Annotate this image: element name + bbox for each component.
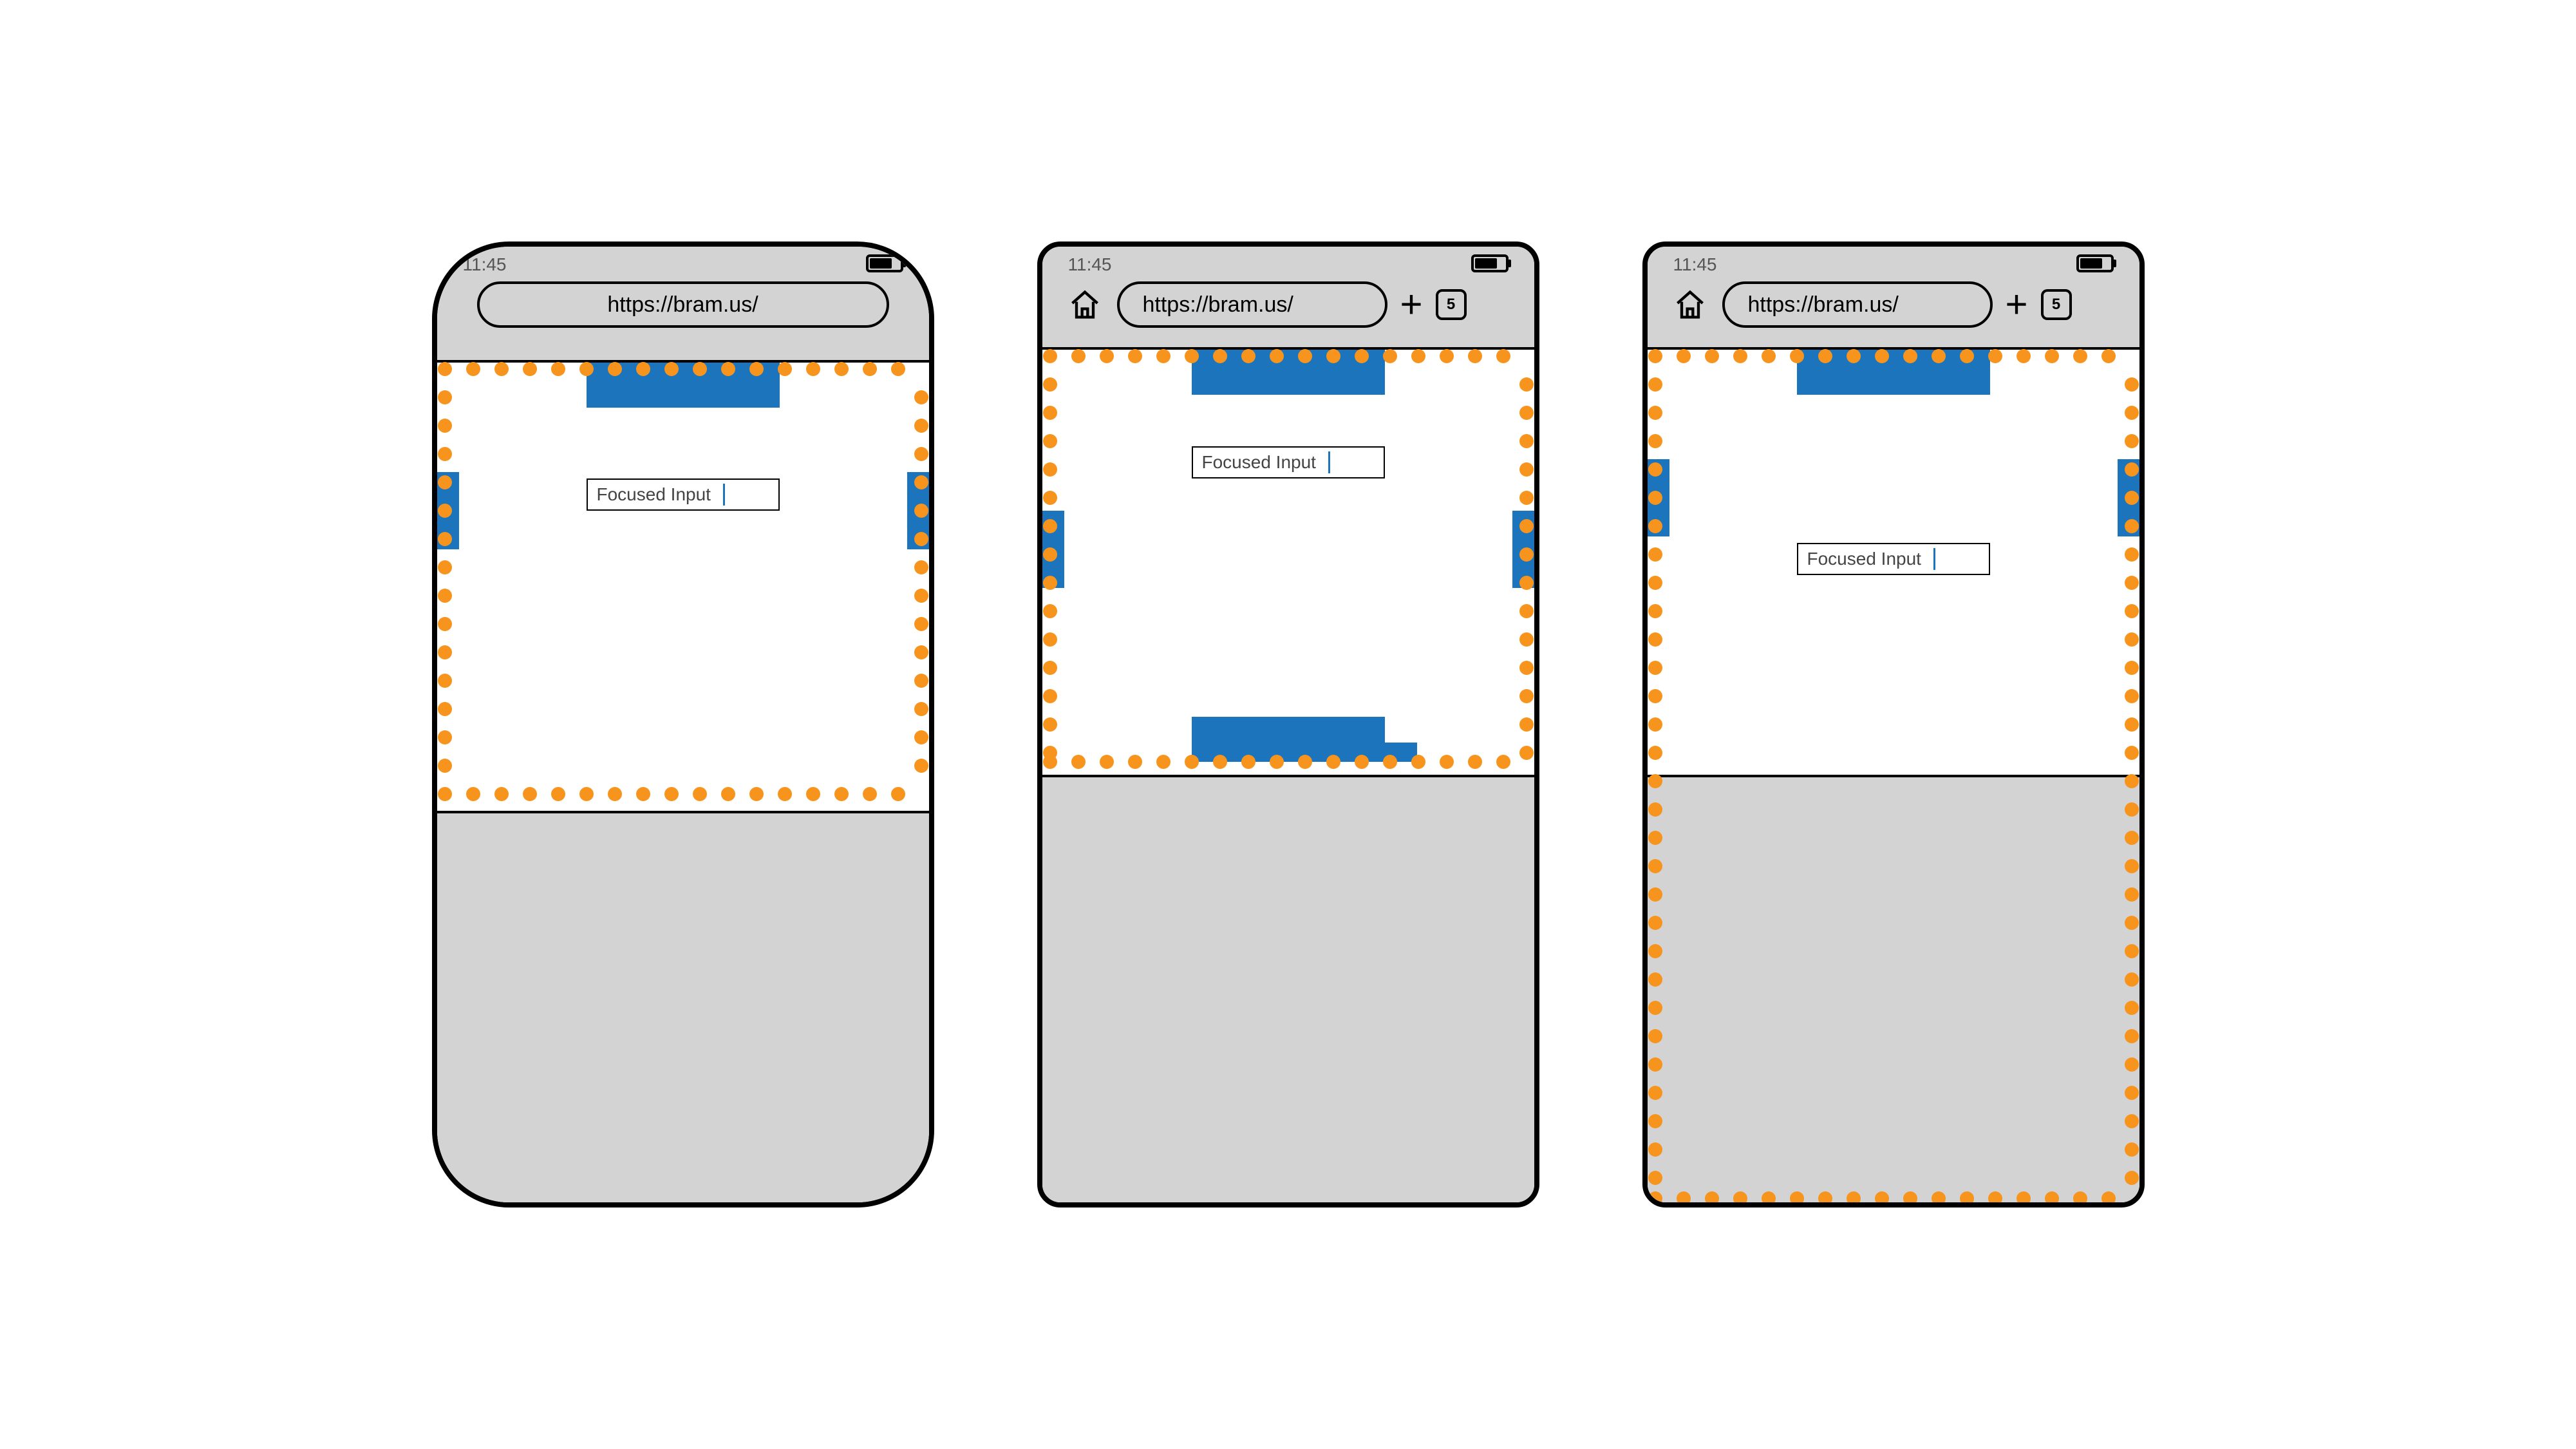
- url-text: https://bram.us/: [1143, 292, 1293, 317]
- fixed-left: [1042, 511, 1064, 588]
- input-value: Focused Input: [1807, 549, 1921, 569]
- new-tab-icon[interactable]: +: [2006, 285, 2028, 324]
- fixed-top: [1192, 350, 1385, 395]
- input-value: Focused Input: [597, 484, 711, 505]
- fixed-bottom: [1192, 717, 1385, 762]
- tab-count-label: 5: [1447, 296, 1455, 314]
- text-caret: [723, 484, 725, 506]
- input-value: Focused Input: [1202, 452, 1316, 473]
- fixed-right-upper: [2118, 459, 2139, 536]
- battery-icon: [1471, 254, 1509, 272]
- page-viewport: Focused Input: [1042, 350, 1534, 1208]
- focused-text-input[interactable]: Focused Input: [1192, 446, 1385, 478]
- tab-count-button[interactable]: 5: [2041, 289, 2072, 320]
- phone-variant-a: 11:45 https://bram.us/ Focused Input: [432, 242, 934, 1208]
- focused-text-input[interactable]: Focused Input: [587, 478, 780, 511]
- tab-count-label: 5: [2052, 296, 2060, 314]
- status-time: 11:45: [1068, 254, 1112, 275]
- visual-viewport-outline: [445, 369, 921, 794]
- browser-chrome: 11:45 https://bram.us/ + 5: [1042, 247, 1534, 350]
- visual-viewport-outline: [1050, 356, 1527, 762]
- status-time: 11:45: [463, 254, 507, 275]
- fixed-left-upper: [437, 472, 459, 549]
- browser-chrome: 11:45 https://bram.us/: [437, 247, 929, 363]
- fixed-right-upper: [907, 472, 929, 549]
- focused-text-input[interactable]: Focused Input: [1797, 543, 1990, 575]
- url-text: https://bram.us/: [607, 292, 758, 317]
- battery-icon: [2076, 254, 2114, 272]
- battery-icon: [866, 254, 903, 272]
- diagram-stage: 11:45 https://bram.us/ Focused Input: [432, 242, 2145, 1208]
- home-icon[interactable]: [1066, 285, 1104, 324]
- text-caret: [1328, 451, 1330, 473]
- virtual-keyboard[interactable]: [437, 811, 929, 1208]
- url-bar[interactable]: https://bram.us/: [1117, 281, 1387, 328]
- fixed-left-upper: [1648, 459, 1669, 536]
- url-bar[interactable]: https://bram.us/: [1722, 281, 1993, 328]
- new-tab-icon[interactable]: +: [1400, 285, 1423, 324]
- url-bar[interactable]: https://bram.us/: [477, 281, 889, 328]
- fixed-bottom-stub: [1385, 743, 1417, 762]
- url-text: https://bram.us/: [1748, 292, 1899, 317]
- phone-variant-b: 11:45 https://bram.us/ + 5 Focused Input: [1037, 242, 1539, 1208]
- status-time: 11:45: [1673, 254, 1717, 275]
- page-viewport: Focused Input: [437, 363, 929, 1208]
- virtual-keyboard[interactable]: [1042, 775, 1534, 1208]
- fixed-top: [587, 363, 780, 408]
- virtual-keyboard[interactable]: [1648, 775, 2139, 1208]
- home-icon[interactable]: [1671, 285, 1709, 324]
- phone-variant-c: 11:45 https://bram.us/ + 5: [1642, 242, 2145, 1208]
- fixed-right: [1512, 511, 1534, 588]
- page-viewport: Focused Input: [1648, 350, 2139, 1208]
- fixed-top: [1797, 350, 1990, 395]
- browser-chrome: 11:45 https://bram.us/ + 5: [1648, 247, 2139, 350]
- tab-count-button[interactable]: 5: [1436, 289, 1467, 320]
- text-caret: [1933, 548, 1935, 570]
